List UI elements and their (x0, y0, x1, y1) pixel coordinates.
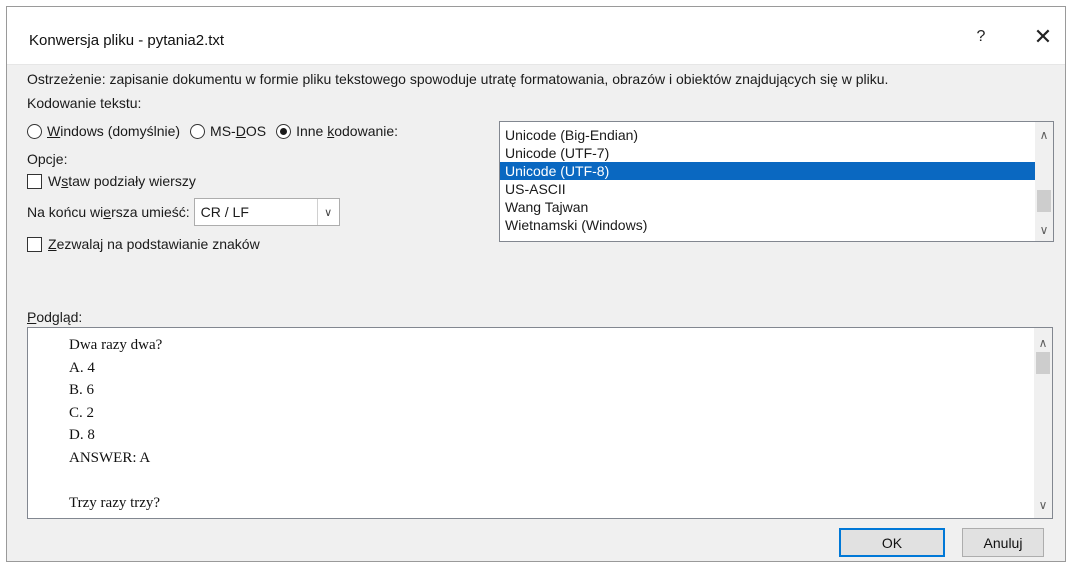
encoding-list-items: Unicode (Big-Endian) Unicode (UTF-7) Uni… (500, 122, 1035, 234)
chevron-down-icon[interactable]: ∨ (316, 199, 339, 225)
line-end-select[interactable]: CR / LF ∨ (193, 198, 340, 226)
encoding-list-item-selected[interactable]: Unicode (UTF-8) (500, 162, 1035, 180)
scroll-down-icon[interactable]: ∨ (1034, 496, 1052, 514)
radio-windows-label: Windows (domyślnie) (47, 123, 181, 139)
insert-line-breaks-checkbox[interactable]: Wstaw podziały wierszy (27, 173, 196, 189)
preview-line: C. 2 (69, 404, 95, 421)
encoding-list-item[interactable]: Unicode (UTF-7) (500, 144, 1035, 162)
preview-line: Trzy razy trzy? (69, 494, 161, 511)
preview-line: Dwa razy dwa? (69, 337, 163, 353)
line-end-row: Na końcu wiersza umieść: CR / LF ∨ (27, 198, 340, 226)
encoding-list-item[interactable]: Wang Tajwan (500, 198, 1035, 216)
scroll-up-icon[interactable]: ∧ (1034, 334, 1052, 352)
allow-substitution-box[interactable] (27, 236, 42, 252)
cancel-button[interactable]: Anuluj (962, 528, 1044, 557)
preview-line: ANSWER: A (69, 449, 151, 466)
radio-other-encoding-label: Inne kodowanie: (296, 123, 399, 139)
preview-label: Podgląd: (27, 309, 83, 325)
preview-line: D. 8 (69, 427, 95, 443)
options-label: Opcje: (27, 151, 68, 167)
insert-line-breaks-box[interactable] (27, 173, 42, 189)
preview-line: B. 6 (69, 382, 95, 398)
radio-ms-dos-circle[interactable] (190, 123, 206, 139)
encoding-radio-group: Windows (domyślnie) MS-DOS Inne kodowani… (27, 123, 408, 139)
scroll-down-icon[interactable]: ∨ (1035, 221, 1053, 239)
radio-other-encoding-circle[interactable] (276, 123, 292, 139)
radio-other-encoding[interactable]: Inne kodowanie: (276, 123, 398, 139)
encoding-list-scrollbar[interactable]: ∧ ∨ (1035, 122, 1053, 241)
scroll-thumb[interactable] (1037, 190, 1051, 212)
radio-windows-circle[interactable] (27, 123, 42, 139)
preview-text: Dwa razy dwa? A. 4 B. 6 C. 2 D. 8 ANSWER… (69, 334, 162, 514)
warning-text: Ostrzeżenie: zapisanie dokumentu w formi… (27, 71, 889, 87)
preview-line (69, 469, 162, 492)
line-end-value: CR / LF (200, 204, 249, 220)
insert-line-breaks-label: Wstaw podziały wierszy (48, 173, 196, 189)
scroll-thumb[interactable] (1036, 352, 1050, 374)
preview-line: A. 4 (69, 359, 95, 376)
scroll-up-icon[interactable]: ∧ (1035, 126, 1053, 144)
encoding-list-item[interactable]: Unicode (Big-Endian) (500, 126, 1035, 144)
close-icon[interactable]: ✕ (1021, 21, 1065, 53)
file-conversion-dialog: Konwersja pliku - pytania2.txt ? ✕ Ostrz… (6, 6, 1066, 562)
preview-box[interactable]: Dwa razy dwa? A. 4 B. 6 C. 2 D. 8 ANSWER… (27, 327, 1053, 519)
encoding-list-item[interactable]: US-ASCII (500, 180, 1035, 198)
radio-windows-default[interactable]: Windows (domyślnie) (27, 123, 180, 139)
allow-substitution-checkbox[interactable]: Zezwalaj na podstawianie znaków (27, 236, 260, 252)
radio-ms-dos[interactable]: MS-DOS (190, 123, 266, 139)
ok-button[interactable]: OK (839, 528, 945, 557)
allow-substitution-label: Zezwalaj na podstawianie znaków (48, 236, 260, 252)
radio-ms-dos-label: MS-DOS (210, 123, 267, 139)
encoding-list-item[interactable]: Wietnamski (Windows) (500, 216, 1035, 234)
encoding-listbox[interactable]: Unicode (Big-Endian) Unicode (UTF-7) Uni… (499, 121, 1054, 242)
encoding-label: Kodowanie tekstu: (27, 95, 142, 111)
preview-scrollbar[interactable]: ∧ ∨ (1034, 328, 1052, 518)
line-end-label: Na końcu wiersza umieść: (27, 204, 190, 220)
title-bar: Konwersja pliku - pytania2.txt ? ✕ (7, 7, 1065, 65)
dialog-title: Konwersja pliku - pytania2.txt (29, 32, 225, 49)
help-icon[interactable]: ? (959, 21, 1003, 53)
